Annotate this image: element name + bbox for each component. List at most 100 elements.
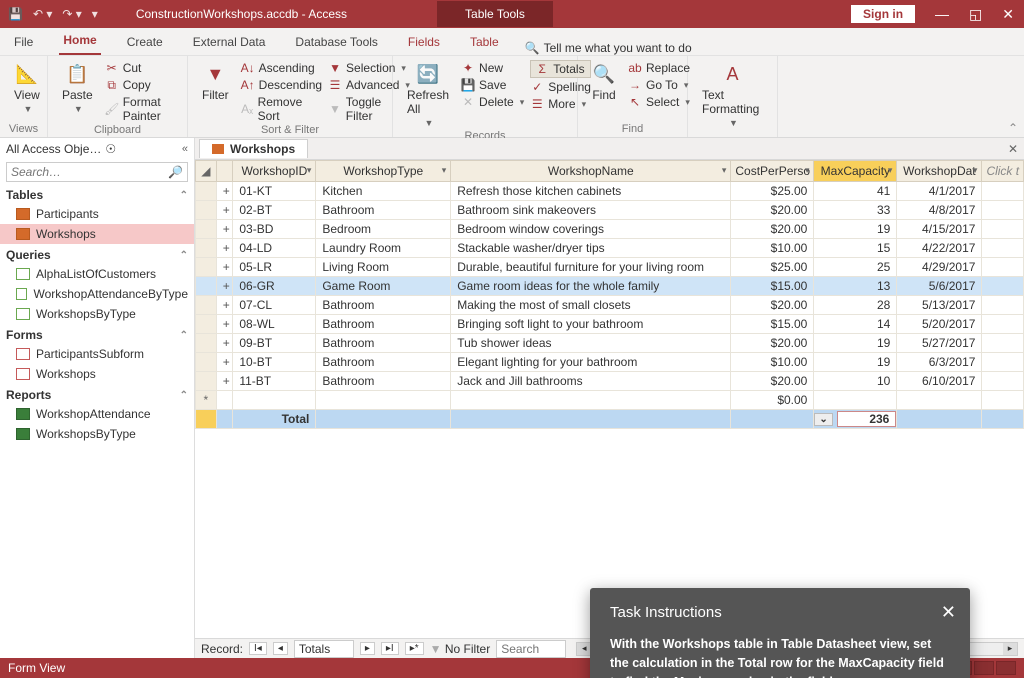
object-tab-workshops[interactable]: Workshops — [199, 139, 308, 158]
cell-blank[interactable] — [982, 182, 1024, 201]
expand-row-icon[interactable]: + — [216, 353, 233, 372]
cell-blank[interactable] — [982, 239, 1024, 258]
copy-button[interactable]: ⧉Copy — [105, 77, 179, 93]
view-button[interactable]: 📐View▼ — [8, 60, 46, 116]
cell-date[interactable]: 5/20/2017 — [897, 315, 982, 334]
row-selector-header[interactable]: ◢ — [196, 161, 217, 182]
cell-blank[interactable] — [982, 220, 1024, 239]
col-workshopname[interactable]: WorkshopName▾ — [451, 161, 731, 182]
cell-cost[interactable]: $20.00 — [731, 220, 814, 239]
cell-name[interactable]: Durable, beautiful furniture for your li… — [451, 258, 731, 277]
expand-row-icon[interactable]: + — [216, 296, 233, 315]
new-record-row[interactable]: *$0.00 — [196, 391, 1024, 410]
cell-id[interactable]: 11-BT — [233, 372, 316, 391]
cell-date[interactable]: 6/3/2017 — [897, 353, 982, 372]
nav-section-queries[interactable]: Queries⌃ — [0, 244, 194, 264]
nav-item-participants[interactable]: Participants — [0, 204, 194, 224]
nav-search-input[interactable] — [11, 165, 168, 179]
cell-id[interactable]: 10-BT — [233, 353, 316, 372]
cell-cost[interactable]: $25.00 — [731, 182, 814, 201]
cell-type[interactable]: Bathroom — [316, 353, 451, 372]
cell-type[interactable]: Laundry Room — [316, 239, 451, 258]
table-row[interactable]: + 09-BT Bathroom Tub shower ideas $20.00… — [196, 334, 1024, 353]
nav-item-workshops-form[interactable]: Workshops — [0, 364, 194, 384]
replace-button[interactable]: abReplace — [628, 60, 690, 76]
expand-row-icon[interactable]: + — [216, 220, 233, 239]
cell-name[interactable]: Refresh those kitchen cabinets — [451, 182, 731, 201]
total-dropdown-icon[interactable]: ⌄ — [814, 413, 832, 426]
cut-button[interactable]: ✂Cut — [105, 60, 179, 76]
sort-desc-button[interactable]: A↑Descending — [241, 77, 322, 93]
paste-button[interactable]: 📋Paste▼ — [56, 60, 99, 116]
table-row[interactable]: + 06-GR Game Room Game room ideas for th… — [196, 277, 1024, 296]
qat-custom-icon[interactable]: ▾ — [92, 7, 98, 21]
table-row[interactable]: + 07-CL Bathroom Making the most of smal… — [196, 296, 1024, 315]
scroll-right-icon[interactable]: ▸ — [1003, 643, 1017, 655]
cell-cost[interactable]: $20.00 — [731, 372, 814, 391]
expand-row-icon[interactable]: + — [216, 258, 233, 277]
table-row[interactable]: + 03-BD Bedroom Bedroom window coverings… — [196, 220, 1024, 239]
cell-blank[interactable] — [982, 258, 1024, 277]
cell-name[interactable]: Bathroom sink makeovers — [451, 201, 731, 220]
close-icon[interactable]: ✕ — [992, 6, 1024, 23]
new-row-indicator[interactable]: * — [196, 391, 217, 410]
sign-in-button[interactable]: Sign in — [851, 5, 915, 23]
cell-type[interactable]: Bedroom — [316, 220, 451, 239]
cell-id[interactable]: 01-KT — [233, 182, 316, 201]
row-selector[interactable] — [196, 372, 217, 391]
expand-row-icon[interactable]: + — [216, 315, 233, 334]
nav-item-workshop-attendance-report[interactable]: WorkshopAttendance — [0, 404, 194, 424]
other-view-button-2[interactable] — [996, 661, 1016, 675]
delete-record-button[interactable]: ✕Delete▾ — [461, 94, 524, 110]
redo-icon[interactable]: ↷ ▾ — [62, 7, 81, 21]
cell-cap[interactable]: 28 — [814, 296, 897, 315]
restore-icon[interactable]: ◱ — [959, 6, 992, 23]
cell-cap[interactable]: 10 — [814, 372, 897, 391]
tab-file[interactable]: File — [10, 29, 37, 55]
refresh-all-button[interactable]: 🔄Refresh All▼ — [401, 60, 455, 130]
collapse-icon[interactable]: ⌃ — [180, 330, 188, 341]
cell-id[interactable]: 07-CL — [233, 296, 316, 315]
close-object-icon[interactable]: ✕ — [1008, 142, 1018, 156]
expand-row-icon[interactable]: + — [216, 334, 233, 353]
current-record-input[interactable] — [294, 640, 354, 658]
col-costperperson[interactable]: CostPerPerso▾ — [731, 161, 814, 182]
cell-date[interactable]: 5/6/2017 — [897, 277, 982, 296]
row-selector[interactable] — [196, 296, 217, 315]
total-row[interactable]: Total ⌄236 — [196, 410, 1024, 429]
col-workshopid[interactable]: WorkshopID▾ — [233, 161, 316, 182]
nav-item-workshops-by-type-report[interactable]: WorkshopsByType — [0, 424, 194, 444]
table-row[interactable]: + 05-LR Living Room Durable, beautiful f… — [196, 258, 1024, 277]
collapse-icon[interactable]: ⌃ — [180, 250, 188, 261]
nav-dropdown-icon[interactable]: ☉ — [105, 142, 116, 156]
cell-id[interactable]: 05-LR — [233, 258, 316, 277]
cell-name[interactable]: Game room ideas for the whole family — [451, 277, 731, 296]
cell-cost[interactable]: $10.00 — [731, 353, 814, 372]
record-search-input[interactable] — [496, 640, 566, 658]
table-row[interactable]: + 02-BT Bathroom Bathroom sink makeovers… — [196, 201, 1024, 220]
cell-cost[interactable]: $25.00 — [731, 258, 814, 277]
cell-cost[interactable]: $20.00 — [731, 334, 814, 353]
cell-blank[interactable] — [982, 334, 1024, 353]
row-selector[interactable] — [196, 334, 217, 353]
nav-item-participants-subform[interactable]: ParticipantsSubform — [0, 344, 194, 364]
cell-type[interactable]: Game Room — [316, 277, 451, 296]
cell-name[interactable]: Making the most of small closets — [451, 296, 731, 315]
cell-id[interactable]: 02-BT — [233, 201, 316, 220]
cell-cap[interactable]: 13 — [814, 277, 897, 296]
nav-item-workshops[interactable]: Workshops — [0, 224, 194, 244]
select-button[interactable]: ↖Select▾ — [628, 94, 690, 110]
cell-type[interactable]: Bathroom — [316, 372, 451, 391]
tell-me-search[interactable]: 🔍 Tell me what you want to do — [525, 41, 692, 55]
chevron-down-icon[interactable]: ▾ — [307, 165, 312, 176]
format-painter-button[interactable]: 🖌Format Painter — [105, 94, 179, 124]
cell-cost[interactable]: $20.00 — [731, 201, 814, 220]
collapse-icon[interactable]: ⌃ — [180, 190, 188, 201]
cell-name[interactable]: Tub shower ideas — [451, 334, 731, 353]
col-maxcapacity[interactable]: MaxCapacity▾ — [814, 161, 897, 182]
cell-blank[interactable] — [982, 315, 1024, 334]
prev-record-button[interactable]: ◂ — [273, 642, 288, 655]
minimize-icon[interactable]: — — [925, 6, 959, 22]
table-row[interactable]: + 01-KT Kitchen Refresh those kitchen ca… — [196, 182, 1024, 201]
cell-type[interactable]: Bathroom — [316, 296, 451, 315]
